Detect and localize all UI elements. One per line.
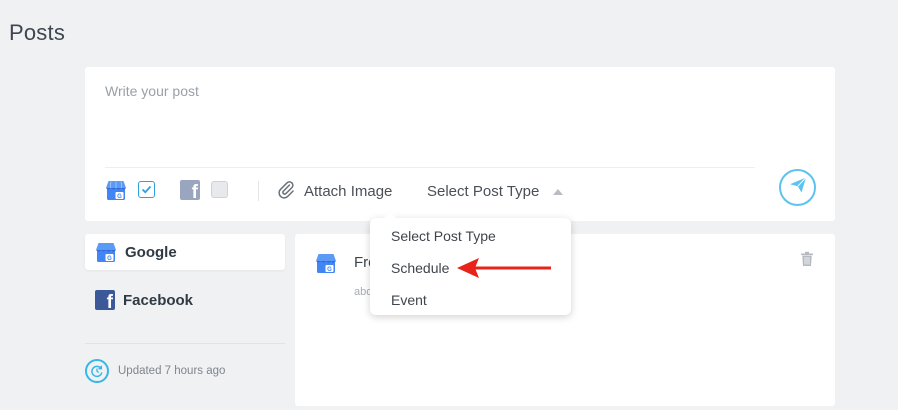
- composer-divider: [105, 167, 755, 168]
- sidebar-item-facebook[interactable]: f Facebook: [85, 282, 285, 318]
- updated-timestamp: Updated 7 hours ago: [118, 365, 226, 377]
- paperclip-icon: [276, 179, 296, 204]
- paper-plane-icon: [788, 175, 808, 200]
- google-network-checkbox[interactable]: [138, 181, 155, 198]
- post-type-label: Select Post Type: [427, 183, 540, 200]
- page-title: Posts: [9, 20, 66, 45]
- red-arrow-annotation: [455, 256, 555, 285]
- caret-up-icon: [553, 189, 564, 195]
- sidebar-item-label: Facebook: [123, 291, 194, 309]
- network-sidebar: G Google f Facebook Updated 7 hours ago: [85, 234, 285, 410]
- google-my-business-icon: G: [95, 241, 117, 263]
- attach-image-label: Attach Image: [304, 182, 393, 200]
- refresh-icon[interactable]: [85, 359, 109, 383]
- post-text-input[interactable]: Write your post: [105, 83, 199, 99]
- svg-text:G: G: [107, 256, 112, 262]
- toolbar-separator: [258, 181, 259, 201]
- attach-image-button[interactable]: Attach Image: [276, 180, 392, 202]
- google-my-business-icon: G: [315, 252, 337, 274]
- facebook-icon: f: [95, 290, 115, 310]
- dropdown-option-event[interactable]: Event: [370, 284, 571, 316]
- last-updated: Updated 7 hours ago: [85, 359, 225, 383]
- post-type-select[interactable]: Select Post Type: [427, 183, 564, 200]
- svg-text:G: G: [327, 267, 332, 273]
- facebook-icon: f: [180, 180, 200, 200]
- google-my-business-icon: G: [105, 179, 127, 201]
- sidebar-item-google[interactable]: G Google: [85, 234, 285, 270]
- facebook-network-checkbox[interactable]: [211, 181, 228, 198]
- sidebar-divider: [85, 343, 285, 344]
- dropdown-caret: [384, 212, 396, 218]
- sidebar-item-label: Google: [125, 243, 177, 261]
- dropdown-option-select-post-type[interactable]: Select Post Type: [370, 220, 571, 252]
- svg-text:G: G: [117, 194, 122, 200]
- trash-icon[interactable]: [800, 251, 814, 272]
- send-post-button[interactable]: [779, 169, 816, 206]
- post-composer: Write your post G f Attach Image Select …: [85, 67, 835, 221]
